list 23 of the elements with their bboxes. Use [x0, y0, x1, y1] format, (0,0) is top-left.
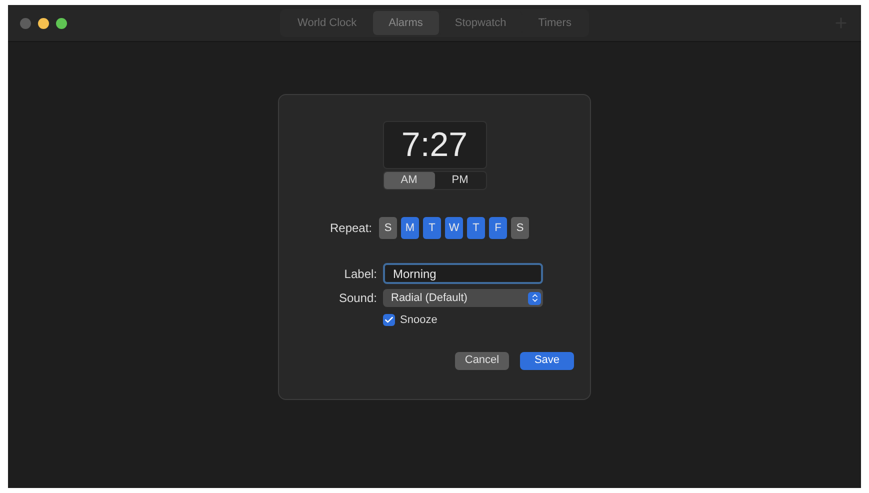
day-toggle[interactable]: S [379, 217, 398, 239]
time-display[interactable]: 7:27 [382, 121, 486, 169]
day-toggle[interactable]: M [401, 217, 420, 239]
day-toggle[interactable]: S [511, 217, 530, 239]
zoom-button[interactable] [56, 18, 67, 28]
day-toggle[interactable]: W [445, 217, 464, 239]
stepper-icon [528, 292, 541, 304]
day-toggle[interactable]: T [423, 217, 442, 239]
label-label: Label: [343, 266, 377, 282]
sound-dropdown[interactable]: Radial (Default) [383, 289, 543, 307]
minimize-button[interactable] [38, 18, 49, 28]
snooze-checkbox[interactable]: Snooze [383, 312, 543, 328]
label-field[interactable]: Morning [383, 263, 543, 284]
period-toggle[interactable]: AM [384, 172, 434, 189]
save-button[interactable]: Save [520, 352, 574, 370]
period-toggle[interactable]: PM [434, 172, 486, 189]
sound-label: Sound: [338, 290, 377, 307]
cancel-button[interactable]: Cancel [455, 352, 509, 370]
day-toggle[interactable]: F [489, 217, 508, 239]
repeat-label: Repeat: [330, 220, 372, 237]
day-toggle[interactable]: T [467, 217, 486, 239]
check-icon [384, 315, 394, 326]
tab[interactable]: Alarms [372, 11, 439, 35]
